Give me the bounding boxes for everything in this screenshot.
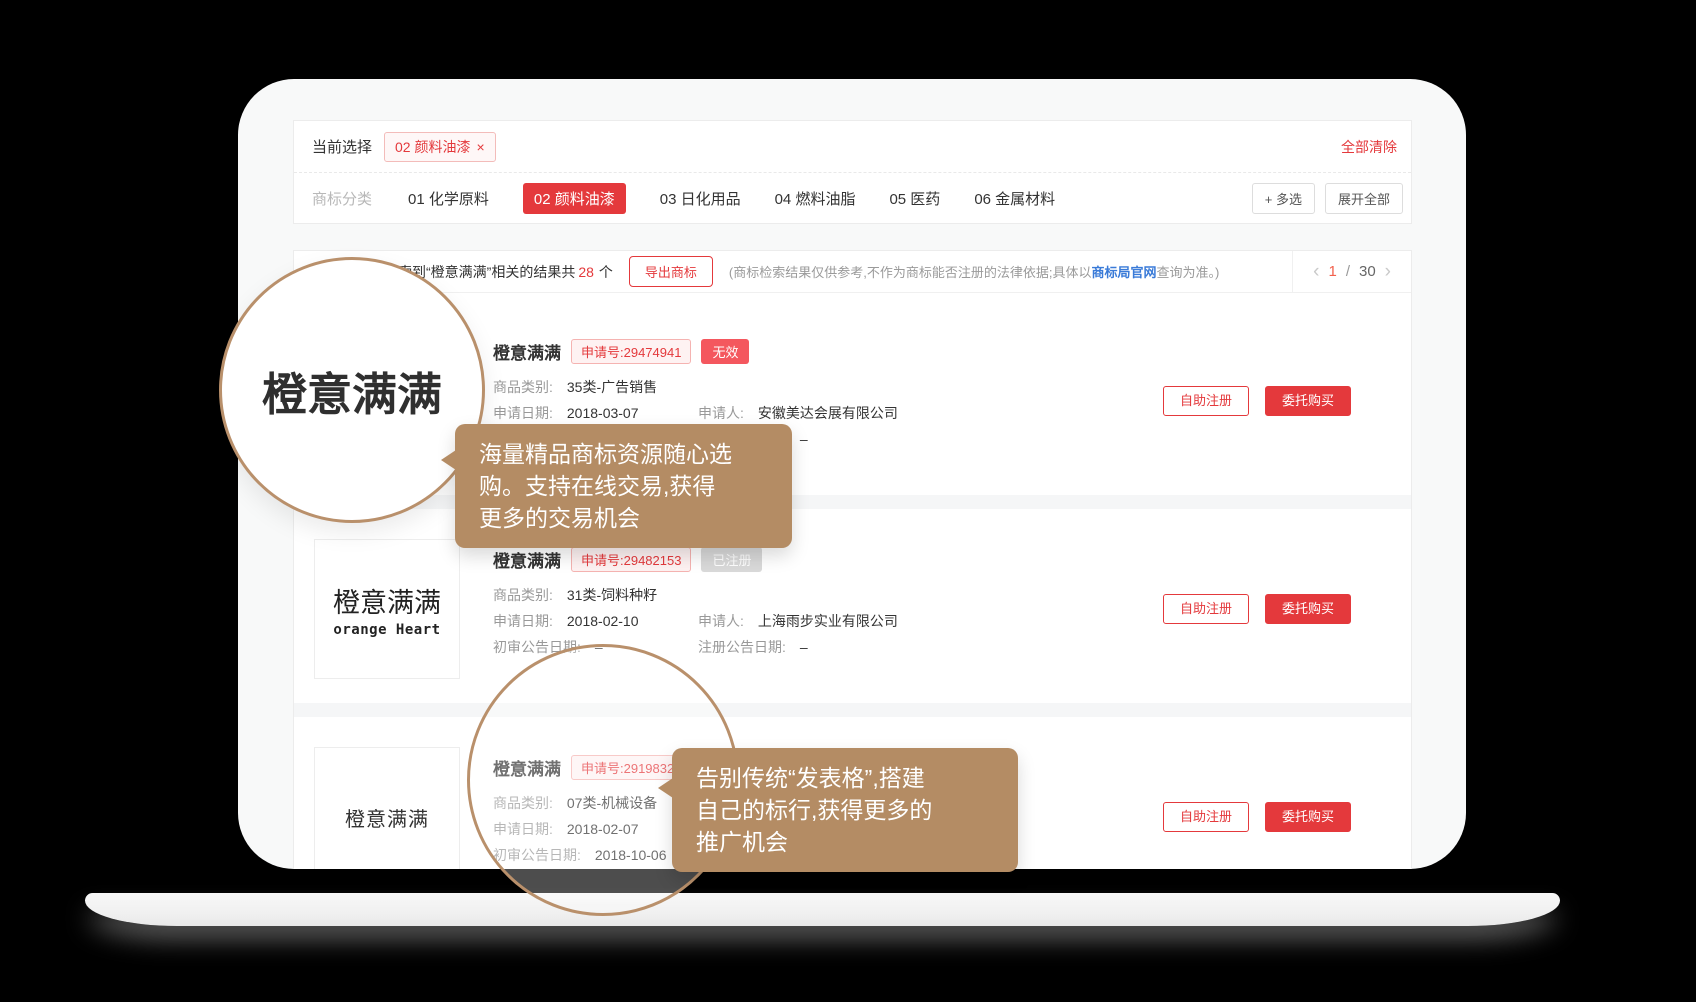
disclaimer-text-pre: (商标检索结果仅供参考,不作为商标能否注册的法律依据;具体以	[729, 265, 1092, 280]
tooltip-marketing-promo: 告别传统“发表格”,搭建 自己的标行,获得更多的 推广机会	[672, 748, 1018, 872]
results-disclaimer: (商标检索结果仅供参考,不作为商标能否注册的法律依据;具体以商标局官网查询为准。…	[729, 262, 1219, 281]
category-item-06[interactable]: 06 金属材料	[974, 188, 1055, 209]
trademark-office-link[interactable]: 商标局官网	[1091, 265, 1156, 280]
field-label: 商品类别:	[493, 377, 553, 397]
current-selection-row: 当前选择 02 颜料油漆 × 全部清除	[294, 121, 1411, 173]
category-row: 商标分类 01 化学原料 02 颜料油漆 03 日化用品 04 燃料油脂 05 …	[294, 173, 1411, 224]
row-title-line: 橙意满满 申请号:29482153 已注册	[493, 547, 762, 572]
results-header: 当前分类下检索到“橙意满满”相关的结果共28个 导出商标 (商标检索结果仅供参考…	[294, 251, 1411, 293]
filter-panel: 当前选择 02 颜料油漆 × 全部清除 商标分类 01 化学原料 02 颜料油漆…	[293, 120, 1412, 224]
row-title-line: 橙意满满 申请号:29474941 无效	[493, 339, 749, 364]
self-register-button[interactable]: 自助注册	[1163, 594, 1249, 624]
pagination-separator: /	[1346, 263, 1350, 280]
self-register-button[interactable]: 自助注册	[1163, 802, 1249, 832]
field-apply-date: 申请日期: 2018-02-10	[493, 611, 698, 631]
magnifier-circle-zoomed-mark: 橙意满满	[219, 257, 485, 523]
detail-line: 商品类别: 31类-饲料种籽	[493, 585, 698, 605]
pagination-total-pages: 30	[1359, 263, 1376, 280]
category-item-02-selected[interactable]: 02 颜料油漆	[523, 183, 626, 214]
field-value: 2018-02-10	[567, 611, 639, 631]
selected-filter-tag-label: 02 颜料油漆	[395, 137, 470, 157]
trademark-name[interactable]: 橙意满满	[493, 547, 561, 572]
expand-all-button[interactable]: 展开全部	[1325, 183, 1403, 214]
field-label: 商品类别:	[493, 585, 553, 605]
category-item-01[interactable]: 01 化学原料	[408, 188, 489, 209]
row-actions: 自助注册 委托购买	[1163, 386, 1351, 416]
pagination: ‹ 1 / 30 ›	[1292, 251, 1411, 292]
field-value: 安徽美达会展有限公司	[758, 403, 898, 423]
magnified-trademark-text: 橙意满满	[262, 358, 442, 423]
self-register-button[interactable]: 自助注册	[1163, 386, 1249, 416]
field-label: 申请日期:	[493, 611, 553, 631]
field-label: 注册公告日期:	[698, 637, 786, 657]
tooltip-line: 更多的交易机会	[479, 502, 768, 534]
status-badge-invalid: 无效	[701, 339, 749, 364]
clear-all-button[interactable]: 全部清除	[1341, 137, 1397, 157]
trademark-image-text: 橙意满满	[333, 581, 441, 620]
field-applicant: 申请人: 安徽美达会展有限公司	[698, 403, 898, 423]
category-row-label: 商标分类	[312, 188, 372, 209]
trademark-image-text: 橙意满满	[345, 803, 429, 832]
pagination-next-icon[interactable]: ›	[1385, 262, 1391, 281]
trademark-image-3[interactable]: 橙意满满	[314, 747, 460, 869]
field-category: 商品类别: 35类-广告销售	[493, 377, 698, 397]
trademark-name[interactable]: 橙意满满	[493, 339, 561, 364]
tooltip-line: 海量精品商标资源随心选	[479, 438, 768, 470]
field-value: 上海雨步实业有限公司	[758, 611, 898, 631]
tooltip-marketing-trade: 海量精品商标资源随心选 购。支持在线交易,获得 更多的交易机会	[455, 424, 792, 548]
selected-filter-tag[interactable]: 02 颜料油漆 ×	[384, 132, 496, 162]
tooltip-line: 推广机会	[696, 826, 994, 858]
row-separator	[294, 703, 1411, 717]
field-value: –	[800, 429, 808, 449]
multi-select-button[interactable]: + 多选	[1252, 183, 1315, 214]
category-item-04[interactable]: 04 燃料油脂	[775, 188, 856, 209]
results-unit: 个	[599, 264, 613, 280]
category-item-05[interactable]: 05 医药	[889, 188, 940, 209]
category-item-03[interactable]: 03 日化用品	[660, 188, 741, 209]
field-value: 2018-03-07	[567, 403, 639, 423]
field-value: 35类-广告销售	[567, 377, 657, 397]
field-category: 商品类别: 31类-饲料种籽	[493, 585, 698, 605]
results-count: 28	[578, 264, 594, 280]
tooltip-line: 自己的标行,获得更多的	[696, 794, 994, 826]
field-label: 申请人:	[698, 403, 744, 423]
field-value: –	[800, 637, 808, 657]
status-badge-registered: 已注册	[701, 547, 762, 572]
disclaimer-text-post: 查询为准。)	[1157, 265, 1220, 280]
field-value: 31类-饲料种籽	[567, 585, 657, 605]
tooltip-line: 购。支持在线交易,获得	[479, 470, 768, 502]
field-label: 申请人:	[698, 611, 744, 631]
page-background: 当前选择 02 颜料油漆 × 全部清除 商标分类 01 化学原料 02 颜料油漆…	[0, 0, 1696, 1002]
trademark-image-subtext: orange Heart	[333, 622, 440, 638]
field-label: 申请日期:	[493, 403, 553, 423]
field-apply-date: 申请日期: 2018-03-07	[493, 403, 698, 423]
field-applicant: 申请人: 上海雨步实业有限公司	[698, 611, 898, 631]
row-actions: 自助注册 委托购买	[1163, 594, 1351, 624]
delegate-buy-button[interactable]: 委托购买	[1265, 386, 1351, 416]
delegate-buy-button[interactable]: 委托购买	[1265, 802, 1351, 832]
detail-line: 申请日期: 2018-02-10 申请人: 上海雨步实业有限公司	[493, 611, 898, 631]
application-number-tag: 申请号:29474941	[571, 339, 691, 364]
export-trademarks-button[interactable]: 导出商标	[629, 256, 713, 287]
delegate-buy-button[interactable]: 委托购买	[1265, 594, 1351, 624]
field-registration-publication: 注册公告日期:–	[698, 637, 808, 657]
remove-filter-icon[interactable]: ×	[476, 139, 484, 155]
pagination-current-page: 1	[1328, 263, 1336, 280]
detail-line: 商品类别: 35类-广告销售	[493, 377, 698, 397]
detail-line: 申请日期: 2018-03-07 申请人: 安徽美达会展有限公司	[493, 403, 898, 423]
application-number-tag: 申请号:29482153	[571, 547, 691, 572]
pagination-prev-icon[interactable]: ‹	[1313, 262, 1319, 281]
trademark-image-2[interactable]: 橙意满满 orange Heart	[314, 539, 460, 679]
tooltip-line: 告别传统“发表格”,搭建	[696, 762, 994, 794]
row-actions: 自助注册 委托购买	[1163, 802, 1351, 832]
laptop-base	[85, 893, 1560, 926]
current-selection-label: 当前选择	[312, 136, 372, 157]
